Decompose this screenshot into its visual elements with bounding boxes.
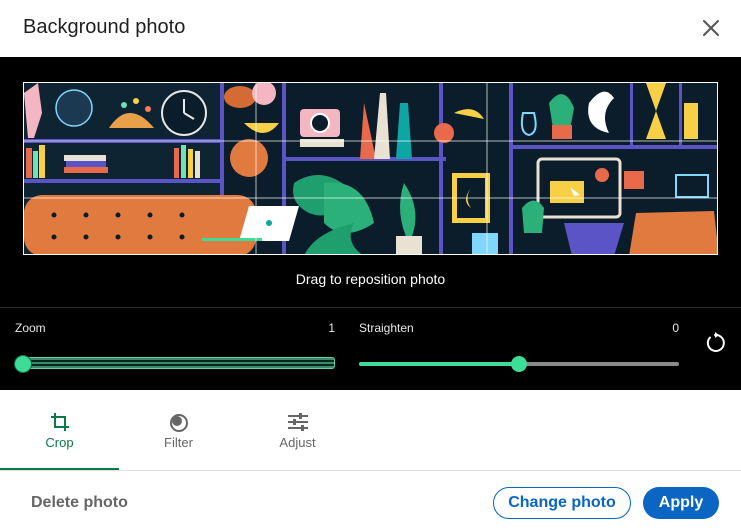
adjust-sliders-icon <box>287 411 309 433</box>
edit-tabs: Crop Filter Adjust <box>0 390 741 470</box>
tab-adjust-label: Adjust <box>279 435 316 450</box>
apply-button[interactable]: Apply <box>643 487 719 519</box>
dialog-header: Background photo <box>0 0 741 57</box>
straighten-label: Straighten <box>359 321 414 335</box>
filter-icon <box>168 411 190 433</box>
zoom-slider-thumb[interactable] <box>14 355 32 373</box>
close-icon[interactable] <box>697 14 725 42</box>
zoom-label: Zoom <box>15 321 46 335</box>
straighten-slider-fill <box>359 362 519 366</box>
divider <box>0 307 741 308</box>
rotate-reset-icon[interactable] <box>703 331 727 355</box>
tab-filter-label: Filter <box>164 435 193 450</box>
background-photo-preview[interactable] <box>23 82 718 255</box>
change-photo-button[interactable]: Change photo <box>493 487 631 519</box>
delete-photo-button[interactable]: Delete photo <box>20 485 139 521</box>
dialog-title: Background photo <box>23 16 186 38</box>
straighten-slider-thumb[interactable] <box>511 356 527 372</box>
tab-crop-label: Crop <box>45 435 74 450</box>
straighten-value: 0 <box>672 321 679 335</box>
zoom-slider-track[interactable] <box>20 357 335 369</box>
tab-filter[interactable]: Filter <box>119 390 238 470</box>
drag-hint: Drag to reposition photo <box>295 271 446 287</box>
tab-adjust[interactable]: Adjust <box>238 390 357 470</box>
tab-crop[interactable]: Crop <box>0 390 119 470</box>
zoom-value: 1 <box>328 321 335 335</box>
crop-icon <box>49 411 71 433</box>
